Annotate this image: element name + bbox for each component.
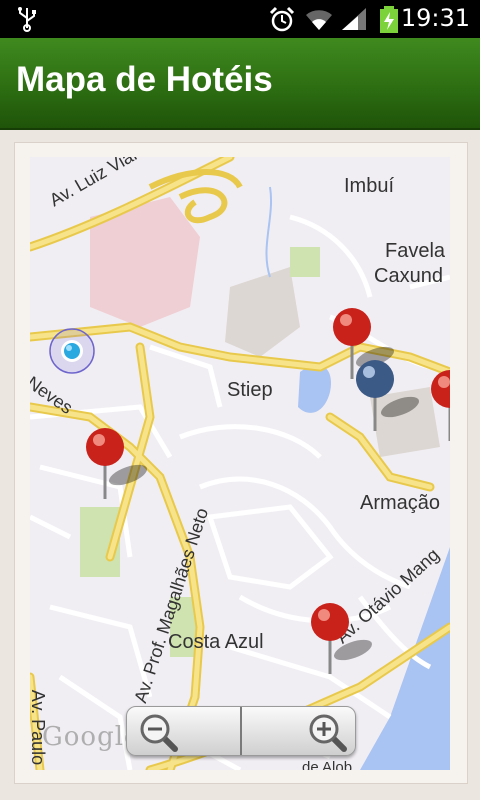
- battery-charging-icon: [380, 6, 398, 33]
- map-label-armacao: Armação: [360, 492, 441, 514]
- map-label-imbui: Imbuí: [344, 175, 395, 197]
- zoom-in-icon: [309, 714, 347, 752]
- signal-icon: [342, 8, 366, 30]
- zoom-out-icon: [140, 714, 178, 752]
- hotel-marker-3[interactable]: [83, 427, 153, 507]
- zoom-out-button[interactable]: [127, 707, 239, 755]
- usb-icon: [18, 7, 36, 32]
- status-time: 19:31: [400, 4, 470, 32]
- map-view[interactable]: Imbuí Favela Caxund Stiep Armação Costa …: [30, 157, 450, 770]
- my-location-icon[interactable]: [48, 327, 96, 375]
- page-title: Mapa de Hotéis: [16, 60, 273, 99]
- hotel-marker-2[interactable]: [428, 369, 450, 449]
- map-label-costa-azul: Costa Azul: [168, 631, 264, 653]
- hotel-marker-selected[interactable]: [353, 359, 423, 439]
- zoom-controls: [126, 706, 356, 756]
- map-label-favela: Favela: [385, 240, 446, 262]
- map-label-caxund: Caxund: [374, 265, 443, 287]
- map-label-de-alob: de Alob: [302, 759, 353, 770]
- status-bar: 19:31: [0, 0, 480, 38]
- app-title-bar: Mapa de Hotéis: [0, 38, 480, 130]
- wifi-icon: [306, 10, 332, 30]
- zoom-in-button[interactable]: [242, 707, 354, 755]
- hotel-marker-4[interactable]: [308, 602, 378, 682]
- alarm-icon: [269, 6, 295, 32]
- map-label-stiep: Stiep: [227, 379, 273, 401]
